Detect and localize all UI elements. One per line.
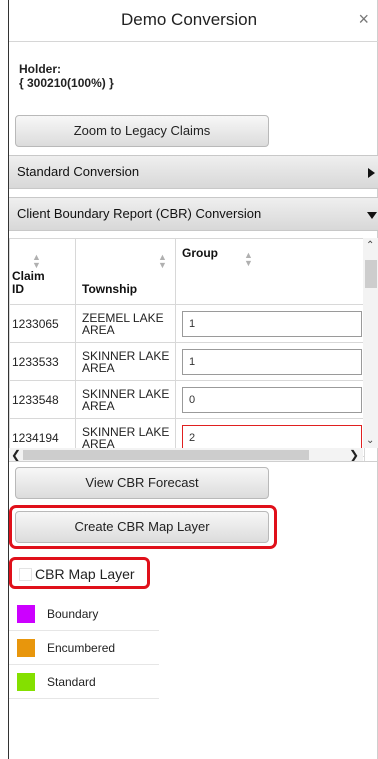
zoom-to-legacy-claims-button[interactable]: Zoom to Legacy Claims	[15, 115, 269, 147]
horizontal-scrollbar[interactable]: ❮ ❯	[9, 448, 363, 461]
cbr-map-layer-label: CBR Map Layer	[35, 566, 135, 582]
table-row: 1233548 SKINNER LAKE AREA	[9, 380, 365, 419]
legend-label: Boundary	[47, 607, 99, 621]
dialog-title: Demo Conversion	[120, 10, 258, 29]
scroll-right-icon[interactable]: ❯	[349, 448, 359, 461]
claim-id-cell: 1233065	[9, 304, 76, 343]
township-header-label: Township	[82, 282, 138, 296]
township-cell: ZEEMEL LAKE AREA	[75, 304, 176, 343]
group-header-label: Group	[182, 246, 218, 260]
vertical-scrollbar[interactable]: ⌃ ⌄	[363, 238, 378, 448]
table-row: 1233533 SKINNER LAKE AREA	[9, 342, 365, 381]
legend-item: Standard	[9, 665, 159, 699]
group-cell	[175, 304, 365, 343]
standard-conversion-label: Standard Conversion	[17, 164, 140, 179]
cbr-map-layer-checkbox[interactable]	[19, 568, 32, 581]
scroll-down-icon[interactable]: ⌄	[366, 435, 374, 446]
sort-icon: ▲ ▼	[158, 252, 167, 270]
claim-id-cell: 1233548	[9, 380, 76, 419]
cbr-conversion-label: Client Boundary Report (CBR) Conversion	[17, 206, 262, 221]
create-cbr-map-layer-button[interactable]: Create CBR Map Layer	[15, 511, 269, 543]
group-cell	[175, 342, 365, 381]
legend-item: Encumbered	[9, 631, 159, 665]
holder-value: { 300210(100%) }	[19, 76, 114, 90]
group-input[interactable]	[182, 424, 362, 451]
legend-item: Boundary	[9, 597, 159, 631]
title-bar: Demo Conversion ×	[9, 0, 378, 42]
legend-swatch	[17, 639, 35, 657]
view-cbr-forecast-button[interactable]: View CBR Forecast	[15, 467, 269, 499]
township-cell: SKINNER LAKE AREA	[75, 342, 176, 381]
cbr-conversion-header[interactable]: Client Boundary Report (CBR) Conversion	[9, 197, 378, 231]
township-cell: SKINNER LAKE AREA	[75, 380, 176, 419]
legend-swatch	[17, 605, 35, 623]
horizontal-scroll-thumb[interactable]	[23, 450, 309, 460]
expand-right-icon	[368, 168, 375, 178]
column-header-group[interactable]: Group ▲ ▼	[175, 238, 365, 305]
sort-icon: ▲ ▼	[32, 252, 41, 270]
table-row: 1233065 ZEEMEL LAKE AREA	[9, 304, 365, 343]
legend-label: Standard	[47, 675, 96, 689]
vertical-scroll-thumb[interactable]	[365, 260, 377, 288]
claims-table-container: ▲ ▼ Claim ID ▲ ▼ Township Group ▲ ▼ 1233065…	[9, 238, 378, 462]
collapse-down-icon	[367, 212, 377, 219]
holder-label: Holder:	[19, 62, 61, 76]
claim-id-header-label: Claim ID	[12, 269, 45, 296]
cbr-map-layer-toggle[interactable]: CBR Map Layer	[13, 561, 148, 589]
sort-icon: ▲ ▼	[244, 250, 253, 268]
group-input[interactable]	[182, 310, 362, 337]
claims-table: ▲ ▼ Claim ID ▲ ▼ Township Group ▲ ▼ 1233065…	[9, 238, 365, 461]
scroll-up-icon[interactable]: ⌃	[366, 240, 374, 251]
standard-conversion-header[interactable]: Standard Conversion	[9, 155, 378, 189]
demo-conversion-panel: Demo Conversion × Holder: { 300210(100%)…	[8, 0, 378, 759]
legend-swatch	[17, 673, 35, 691]
close-icon[interactable]: ×	[358, 9, 369, 30]
scroll-left-icon[interactable]: ❮	[11, 448, 21, 461]
group-input[interactable]	[182, 348, 362, 375]
group-input[interactable]	[182, 386, 362, 413]
legend-label: Encumbered	[47, 641, 116, 655]
group-cell	[175, 380, 365, 419]
column-header-claim-id[interactable]: ▲ ▼ Claim ID	[9, 238, 76, 305]
claim-id-cell: 1233533	[9, 342, 76, 381]
map-legend: Boundary Encumbered Standard	[9, 597, 159, 699]
column-header-township[interactable]: ▲ ▼ Township	[75, 238, 176, 305]
